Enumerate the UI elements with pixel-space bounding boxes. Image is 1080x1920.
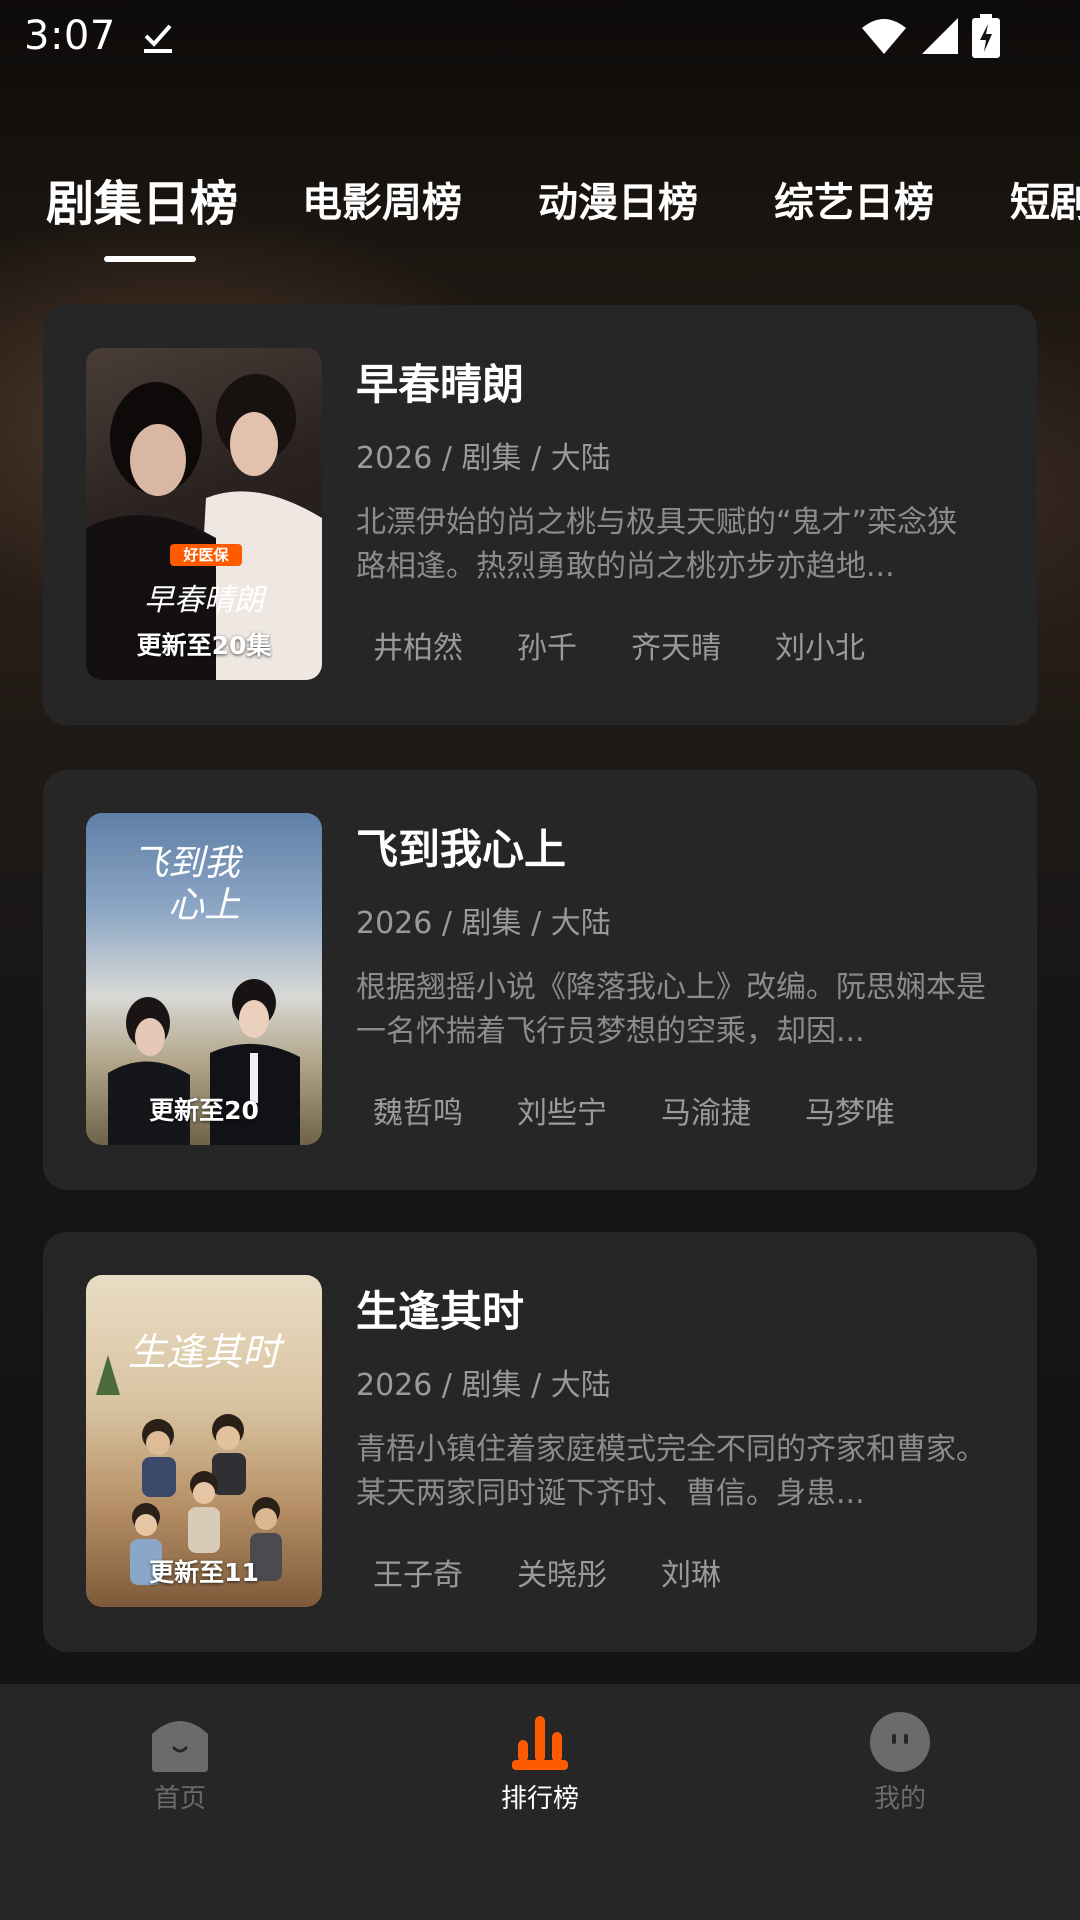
- poster-image[interactable]: 生逢其时 更新至11: [86, 1275, 322, 1607]
- download-icon: [143, 24, 172, 53]
- tab-movie-weekly[interactable]: 电影周榜: [302, 170, 462, 228]
- nav-profile-label: 我的: [873, 1784, 926, 1814]
- status-bar: 3:07: [0, 0, 1080, 72]
- home-icon: [152, 1721, 208, 1772]
- cast-member[interactable]: 孙千: [500, 623, 594, 667]
- status-time: 3:07: [24, 13, 116, 59]
- drama-card[interactable]: 飞到我 心上 更新至20 飞到我心上 2026 / 剧集 / 大陆 根据翘摇小说…: [43, 770, 1037, 1190]
- drama-description: 北漂伊始的尚之桃与极具天赋的“鬼才”栾念狭路相逢。热烈勇敢的尚之桃亦步亦趋地..…: [356, 505, 958, 584]
- tab-variety-daily[interactable]: 综艺日榜: [774, 170, 934, 228]
- nav-ranking-label: 排行榜: [500, 1784, 579, 1814]
- battery-icon: [972, 14, 1000, 58]
- cast-member[interactable]: 王子奇: [356, 1550, 480, 1594]
- tab-anime-daily[interactable]: 动漫日榜: [538, 170, 698, 228]
- drama-meta: 2026 / 剧集 / 大陆: [356, 906, 611, 941]
- drama-card[interactable]: 生逢其时 更新至11 生逢其时 2026 / 剧集 / 大陆 青梧小镇住着家庭模…: [43, 1232, 1037, 1652]
- drama-description: 根据翘摇小说《降落我心上》改编。阮思娴本是一名怀揣着飞行员梦想的空乘，却因...: [356, 970, 986, 1049]
- drama-card[interactable]: 好医保 早春晴朗 更新至20集 早春晴朗 2026 / 剧集 / 大陆 北漂伊始…: [43, 305, 1037, 725]
- drama-title: 飞到我心上: [356, 825, 567, 874]
- signal-icon: [922, 18, 958, 54]
- bottom-nav: 首页 排行榜 我的: [0, 1684, 1080, 1920]
- cast-member[interactable]: 魏哲鸣: [356, 1088, 480, 1132]
- update-badge: 更新至20: [149, 1096, 259, 1125]
- poster-image[interactable]: 飞到我 心上 更新至20: [86, 813, 322, 1145]
- wifi-icon: [862, 19, 906, 54]
- cast-member[interactable]: 井柏然: [356, 623, 480, 667]
- nav-profile[interactable]: 我的: [800, 1712, 1000, 1815]
- nav-home[interactable]: 首页: [80, 1712, 280, 1815]
- cast-member[interactable]: 关晓彤: [500, 1550, 624, 1594]
- cast-member[interactable]: 齐天晴: [614, 623, 738, 667]
- active-tab-indicator: [104, 256, 196, 262]
- drama-meta: 2026 / 剧集 / 大陆: [356, 441, 611, 476]
- update-badge: 更新至11: [149, 1558, 259, 1587]
- drama-meta: 2026 / 剧集 / 大陆: [356, 1368, 611, 1403]
- tab-short-drama[interactable]: 短剧: [1010, 170, 1080, 228]
- nav-home-label: 首页: [153, 1784, 206, 1814]
- drama-description: 青梧小镇住着家庭模式完全不同的齐家和曹家。某天两家同时诞下齐时、曹信。身患...: [356, 1432, 986, 1511]
- nav-ranking[interactable]: 排行榜: [440, 1712, 640, 1815]
- cast-list: 井柏然 孙千 齐天晴 刘小北: [356, 623, 902, 667]
- tab-tv-daily[interactable]: 剧集日榜: [46, 164, 238, 234]
- poster-title-art: 生逢其时: [128, 1330, 285, 1374]
- drama-title: 早春晴朗: [356, 360, 525, 409]
- poster-title-art: 飞到我: [132, 843, 243, 884]
- poster-title-art: 早春晴朗: [144, 583, 268, 618]
- svg-text:心上: 心上: [168, 885, 241, 926]
- poster-brand: 好医保: [182, 546, 229, 564]
- cast-member[interactable]: 刘些宁: [500, 1088, 624, 1132]
- drama-title: 生逢其时: [356, 1287, 525, 1336]
- ranking-icon: [512, 1716, 568, 1770]
- cast-list: 王子奇 关晓彤 刘琳: [356, 1550, 758, 1594]
- poster-image[interactable]: 好医保 早春晴朗 更新至20集: [86, 348, 322, 680]
- cast-member[interactable]: 刘小北: [758, 623, 882, 667]
- cast-member[interactable]: 刘琳: [644, 1550, 738, 1594]
- cast-member[interactable]: 马渝捷: [644, 1088, 768, 1132]
- category-tabs: 剧集日榜 电影周榜 动漫日榜 综艺日榜 短剧: [0, 150, 1080, 270]
- cast-list: 魏哲鸣 刘些宁 马渝捷 马梦唯: [356, 1088, 932, 1132]
- cast-member[interactable]: 马梦唯: [788, 1088, 912, 1132]
- profile-icon: [870, 1712, 930, 1772]
- update-badge: 更新至20集: [136, 631, 272, 660]
